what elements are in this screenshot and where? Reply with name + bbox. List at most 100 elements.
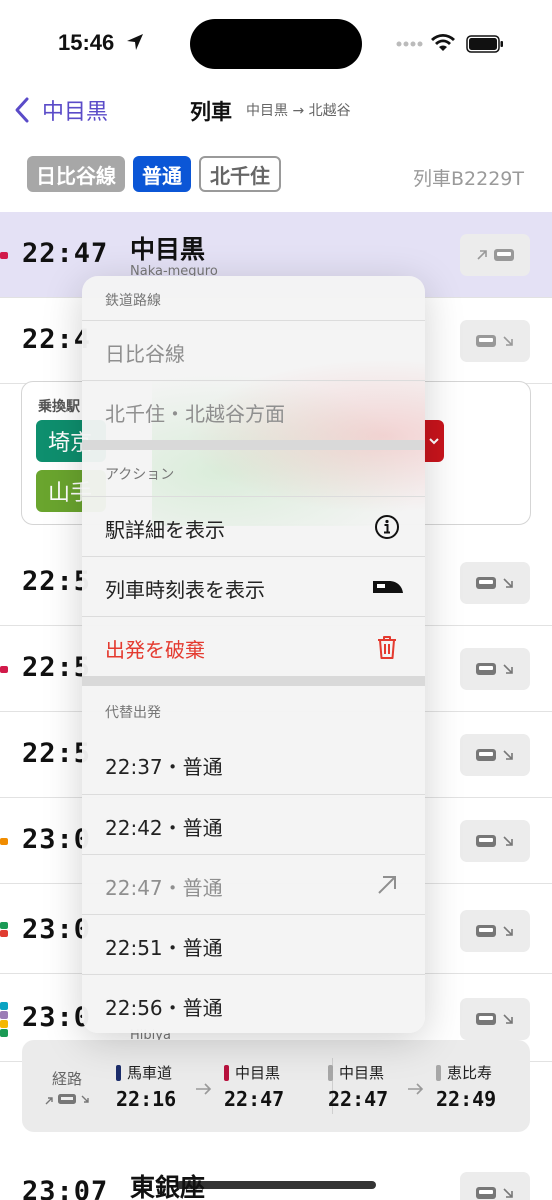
menu-item-label: 22:56・普通	[105, 996, 223, 1020]
menu-item-label: 22:42・普通	[105, 816, 223, 840]
arrow-right-icon	[408, 1083, 424, 1095]
route-station-name: 恵比寿	[447, 1064, 493, 1082]
route-station-name: 中目黒	[235, 1064, 281, 1082]
train-car-icon	[476, 749, 496, 761]
train-car-icon	[476, 663, 496, 675]
route-subtitle: 中目黒 → 北越谷	[246, 103, 351, 119]
info-icon	[375, 515, 399, 539]
arrow-down-right-icon	[503, 1014, 513, 1024]
route-to-station: 中目黒 22:47	[224, 1062, 284, 1111]
train-car-icon	[494, 249, 514, 261]
open-train-button[interactable]	[460, 910, 530, 952]
route-card[interactable]: 経路 馬車道 22:16 中目黒 22:47 中目黒 22:47 恵比寿 22:…	[22, 1040, 530, 1132]
train-car-icon	[476, 335, 496, 347]
menu-item-label: 22:47・普通	[105, 876, 223, 900]
station-time: 23:0	[22, 1002, 92, 1033]
open-train-button[interactable]	[460, 1172, 530, 1200]
route-station-name: 馬車道	[127, 1064, 173, 1082]
open-train-button[interactable]	[460, 562, 530, 604]
train-car-icon	[476, 577, 496, 589]
menu-section-header: 鉄道路線	[105, 293, 161, 309]
menu-item-direction[interactable]: 北千住・北越谷方面	[82, 380, 425, 440]
train-type-badge: 普通	[133, 156, 191, 192]
route-from-station: 馬車道 22:16	[116, 1062, 176, 1111]
arrow-down-right-icon	[503, 750, 513, 760]
menu-item-alternative[interactable]: 22:37・普通	[82, 734, 425, 794]
menu-item-label: 列車時刻表を表示	[105, 578, 265, 602]
menu-item-alternative[interactable]: 22:51・普通	[82, 914, 425, 974]
battery-icon	[466, 35, 503, 53]
destination-badge: 北千住	[199, 156, 281, 192]
arrow-down-right-icon	[503, 926, 513, 936]
station-time: 23:07	[22, 1176, 109, 1200]
transfer-line-chip[interactable]	[424, 420, 444, 462]
menu-item-label: 22:37・普通	[105, 755, 223, 779]
line-marker	[0, 1020, 8, 1028]
line-marker	[0, 252, 8, 259]
menu-item-label: 駅詳細を表示	[105, 518, 225, 542]
line-marker	[0, 666, 8, 673]
arrow-right-icon	[196, 1083, 212, 1095]
page-title: 列車	[190, 100, 232, 124]
open-train-button[interactable]	[460, 998, 530, 1040]
menu-item-alternative[interactable]: 22:47・普通	[82, 854, 425, 914]
route-station-name: 中目黒	[339, 1064, 385, 1082]
open-train-button[interactable]	[460, 234, 530, 276]
arrow-up-right-icon	[378, 876, 396, 894]
station-time: 22:4	[22, 324, 92, 355]
station-time: 22:5	[22, 738, 92, 769]
menu-item-label: 22:51・普通	[105, 936, 223, 960]
arrow-down-right-icon	[503, 664, 513, 674]
menu-item-train-timetable[interactable]: 列車時刻表を表示	[82, 556, 425, 616]
line-badge: 日比谷線	[27, 156, 125, 192]
train-car-icon	[476, 925, 496, 937]
route-from-station: 中目黒 22:47	[328, 1062, 388, 1111]
menu-item-alternative[interactable]: 22:56・普通	[82, 974, 425, 1033]
home-indicator[interactable]	[176, 1181, 376, 1189]
route-time: 22:47	[224, 1087, 285, 1111]
cellular-signal-icon	[396, 41, 423, 47]
arrow-down-right-icon	[503, 578, 513, 588]
status-bar: 15:46	[0, 0, 552, 90]
navigation-bar: 中目黒 列車 中目黒 → 北越谷	[0, 90, 552, 140]
open-train-button[interactable]	[460, 648, 530, 690]
menu-item-label: 出発を破棄	[105, 638, 205, 662]
open-train-button[interactable]	[460, 320, 530, 362]
trash-icon	[378, 636, 396, 659]
menu-item-alternative[interactable]: 22:42・普通	[82, 794, 425, 854]
train-icon	[373, 581, 403, 593]
station-time: 22:47	[22, 238, 109, 269]
arrow-down-right-icon	[503, 836, 513, 846]
route-time: 22:47	[328, 1087, 389, 1111]
line-marker	[0, 922, 8, 929]
menu-section-header: 代替出発	[105, 705, 161, 721]
menu-item-discard-departure[interactable]: 出発を破棄	[82, 616, 425, 676]
arrow-down-right-icon	[503, 1188, 513, 1198]
back-label: 中目黒	[42, 100, 109, 125]
arrow-down-right-icon	[503, 336, 513, 346]
dynamic-island	[190, 19, 362, 69]
location-arrow-icon	[127, 34, 143, 50]
train-car-icon	[476, 1187, 496, 1199]
back-button[interactable]: 中目黒	[12, 94, 108, 126]
menu-section-header: アクション	[105, 467, 175, 483]
train-car-icon	[476, 1013, 496, 1025]
line-marker	[0, 1029, 8, 1037]
chevron-down-icon	[429, 438, 439, 445]
open-train-button[interactable]	[460, 734, 530, 776]
line-marker	[0, 930, 8, 937]
menu-item-line[interactable]: 日比谷線	[82, 320, 425, 380]
line-marker	[0, 1011, 8, 1019]
route-direction-icon	[45, 1094, 89, 1105]
status-time: 15:46	[58, 30, 115, 55]
arrow-up-right-icon	[477, 250, 487, 260]
train-badges: 日比谷線 普通 北千住	[27, 156, 281, 192]
context-menu: 鉄道路線 日比谷線 北千住・北越谷方面 アクション 駅詳細を表示 列車時刻表を表…	[82, 276, 425, 1033]
menu-item-station-details[interactable]: 駅詳細を表示	[82, 496, 425, 556]
line-marker	[0, 1002, 8, 1010]
route-label: 経路	[52, 1070, 83, 1088]
menu-separator	[82, 676, 425, 686]
menu-item-label: 日比谷線	[105, 342, 185, 366]
open-train-button[interactable]	[460, 820, 530, 862]
station-row[interactable]: 23:07 東銀座	[0, 1150, 552, 1200]
